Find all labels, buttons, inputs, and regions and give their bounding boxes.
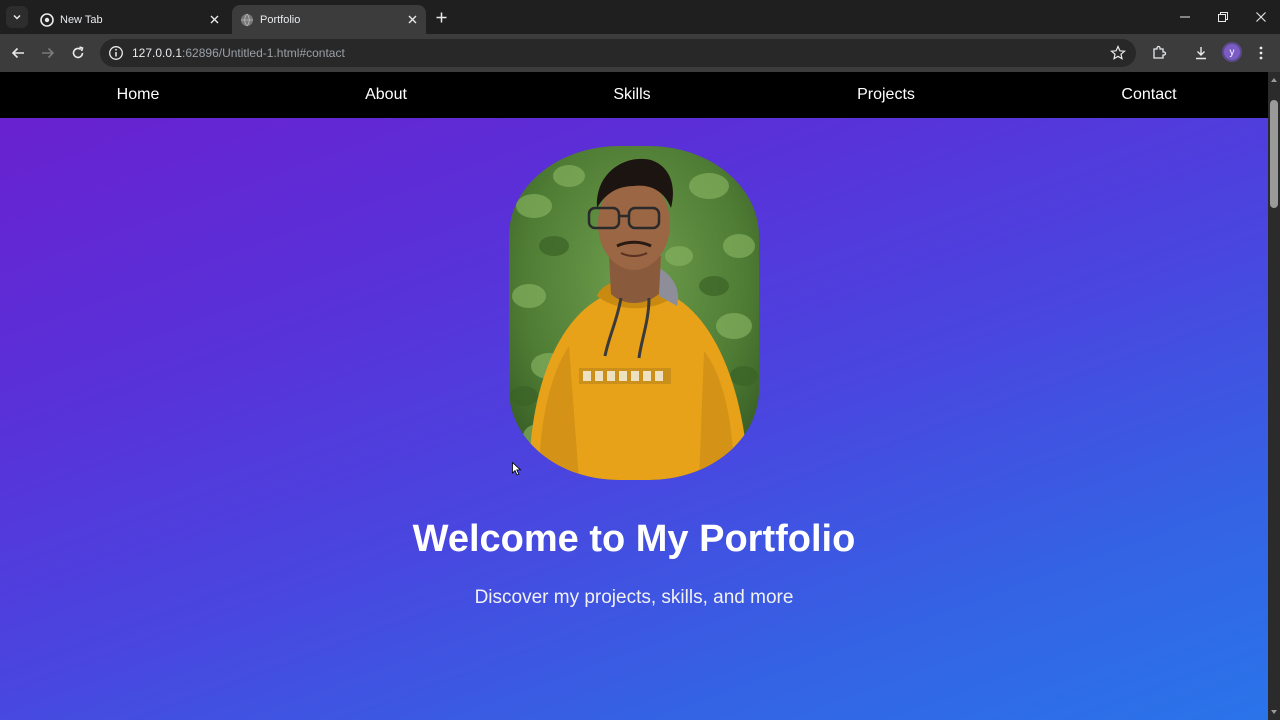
close-tab-button[interactable]: [206, 12, 222, 28]
downloads-button[interactable]: [1192, 44, 1210, 62]
profile-avatar[interactable]: y: [1222, 42, 1242, 62]
nav-link-contact[interactable]: Contact: [1121, 86, 1176, 104]
download-icon: [1196, 47, 1206, 60]
minimize-icon: [1180, 16, 1190, 18]
mouse-cursor-icon: [512, 462, 522, 476]
restore-icon: [1218, 12, 1228, 22]
close-icon: [210, 15, 218, 24]
close-tab-button[interactable]: [404, 12, 420, 28]
nav-link-skills[interactable]: Skills: [613, 86, 650, 104]
new-tab-button[interactable]: [432, 8, 450, 26]
arrow-right-icon: [42, 47, 55, 59]
hero-subtitle: Discover my projects, skills, and more: [474, 587, 794, 608]
extensions-button[interactable]: [1150, 44, 1168, 62]
close-window-button[interactable]: [1242, 0, 1280, 34]
url-path: :62896/Untitled-1.html#contact: [182, 46, 345, 60]
reload-icon: [72, 46, 84, 59]
profile-photo: [509, 146, 759, 480]
chrome-icon: [40, 12, 54, 27]
hero-title: Welcome to My Portfolio: [412, 518, 856, 560]
profile-photo-illustration: [509, 146, 759, 480]
close-icon: [408, 15, 416, 24]
tab-title: Portfolio: [260, 13, 301, 26]
site-navbar: Home About Skills Projects Contact: [0, 72, 1268, 118]
close-icon: [1256, 12, 1266, 22]
url-host: 127.0.0.1: [132, 46, 183, 60]
reload-button[interactable]: [67, 42, 89, 64]
info-icon[interactable]: [108, 45, 124, 61]
tab-new-tab[interactable]: New Tab: [32, 5, 228, 34]
bookmark-star-icon[interactable]: [1110, 45, 1126, 61]
scrollbar-thumb[interactable]: [1270, 100, 1278, 208]
scroll-up-arrow-icon[interactable]: [1270, 76, 1278, 84]
minimize-button[interactable]: [1166, 0, 1204, 34]
tab-title: New Tab: [60, 13, 103, 26]
plus-icon: [436, 12, 446, 22]
nav-link-home[interactable]: Home: [117, 86, 160, 104]
tab-search-button[interactable]: [6, 6, 28, 28]
tab-strip: New Tab Portfolio: [0, 0, 1280, 34]
nav-link-about[interactable]: About: [365, 86, 407, 104]
address-bar[interactable]: 127.0.0.1:62896/Untitled-1.html#contact: [100, 39, 1136, 67]
puzzle-icon: [1153, 45, 1167, 59]
page-scrollbar[interactable]: [1268, 72, 1280, 720]
forward-button[interactable]: [37, 42, 59, 64]
browser-menu-button[interactable]: [1252, 44, 1270, 62]
globe-icon: [241, 13, 253, 26]
kebab-menu-icon: [1259, 46, 1263, 60]
nav-link-projects[interactable]: Projects: [857, 86, 915, 104]
url-text[interactable]: 127.0.0.1:62896/Untitled-1.html#contact: [132, 46, 345, 60]
scroll-down-arrow-icon[interactable]: [1270, 708, 1278, 716]
restore-button[interactable]: [1204, 0, 1242, 34]
tab-portfolio[interactable]: Portfolio: [232, 5, 426, 34]
back-button[interactable]: [7, 42, 29, 64]
arrow-left-icon: [11, 47, 24, 59]
page-viewport: Home About Skills Projects Contact Welco…: [0, 72, 1268, 720]
browser-toolbar: 127.0.0.1:62896/Untitled-1.html#contact: [0, 34, 1280, 72]
chevron-down-icon: [13, 14, 21, 20]
